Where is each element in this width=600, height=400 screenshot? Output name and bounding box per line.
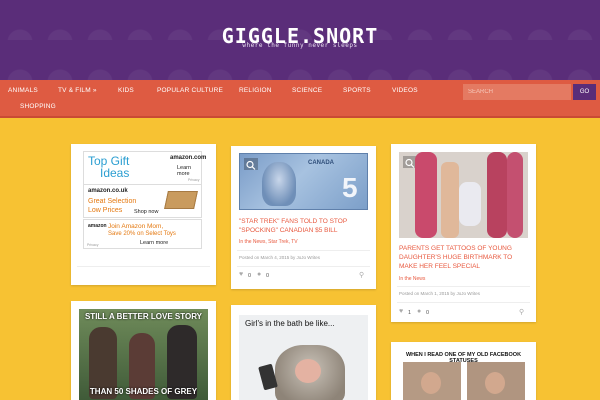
leg-shape (507, 152, 523, 238)
ad-card: Top Gift Ideas amazon.com Learn more Pri… (71, 144, 216, 285)
post-card-facebook: WHEN I READ ONE OF MY OLD FACEBOOK STATU… (391, 342, 536, 400)
meme-bottom-text: THAN 50 SHADES OF GREY (89, 387, 198, 396)
ad-learn-more-link-2[interactable]: Learn more (140, 240, 168, 246)
box-icon (164, 191, 198, 209)
card-divider (237, 250, 370, 251)
ad-mom-line1: Join Amazon Mom, (108, 223, 164, 230)
nav-item-popular-culture[interactable]: POPULAR CULTURE (157, 87, 223, 94)
post-title[interactable]: PARENTS GET TATTOOS OF YOUNG DAUGHTER'S … (399, 244, 527, 271)
ad-amazon-mom[interactable]: amazon Join Amazon Mom, Save 20% on Sele… (83, 219, 202, 249)
comments-count: 0 (426, 310, 430, 316)
ad-low-prices-text: Low Prices (88, 207, 123, 214)
nav-item-kids[interactable]: KIDS (118, 87, 134, 94)
meme-caption: Girl's in the bath be like... (245, 319, 335, 328)
nav-item-sports[interactable]: SPORTS (343, 87, 371, 94)
monkey-face (295, 359, 321, 383)
nav-item-animals[interactable]: ANIMALS (8, 87, 38, 94)
post-image-monkey[interactable]: Girl's in the bath be like... (239, 315, 368, 400)
post-meta: Posted on March 4, 2015 by JoJo Writes (239, 255, 320, 260)
amazon-logo: amazon.com (170, 155, 207, 161)
post-card-spock: CANADA 5 "STAR TREK" FANS TOLD TO STOP "… (231, 146, 376, 289)
ad-mom-line2: Save 20% on Select Toys (108, 231, 176, 237)
nav-item-tv-film[interactable]: TV & FILM » (58, 87, 97, 94)
link-icon[interactable]: ⚲ (519, 308, 524, 316)
nav-item-shopping[interactable]: SHOPPING (20, 103, 56, 110)
post-image-tattoo-legs[interactable] (399, 152, 528, 238)
post-categories[interactable]: In the News, Star Trek, TV (239, 239, 298, 245)
card-divider (77, 266, 210, 267)
post-title[interactable]: "STAR TREK" FANS TOLD TO STOP "SPOCKING"… (239, 217, 359, 235)
leg-shape (487, 152, 507, 238)
nav-item-videos[interactable]: VIDEOS (392, 87, 418, 94)
post-card-tattoos: PARENTS GET TATTOOS OF YOUNG DAUGHTER'S … (391, 144, 536, 322)
ad-privacy-link[interactable]: Privacy (188, 178, 199, 182)
leg-shape (441, 162, 459, 238)
amazon-uk-logo: amazon.co.uk (88, 188, 128, 194)
likes-count: 0 (248, 273, 252, 279)
card-divider (397, 286, 530, 287)
ad-great-selection[interactable]: amazon.co.uk Great Selection Low Prices … (83, 184, 202, 218)
post-categories[interactable]: In the News (399, 276, 425, 282)
post-image-banknote[interactable]: CANADA 5 (239, 153, 368, 210)
face-shape (485, 372, 505, 394)
leg-shape (415, 152, 437, 238)
heart-icon[interactable]: ♥ (399, 308, 403, 315)
likes-count: 1 (408, 310, 412, 316)
ad-learn-more-link[interactable]: Learn more (177, 165, 201, 177)
meme-top-text: STILL A BETTER LOVE STORY (84, 312, 203, 321)
ad-top-gift-line2: Ideas (100, 166, 130, 180)
search-input[interactable] (463, 84, 571, 100)
link-icon[interactable]: ⚲ (359, 271, 364, 279)
card-divider (237, 266, 370, 267)
amazon-mom-logo: amazon (88, 223, 107, 229)
comment-icon[interactable]: ● (417, 308, 421, 315)
comments-count: 0 (266, 273, 270, 279)
search-go-button[interactable]: GO (573, 84, 596, 100)
banknote-country: CANADA (308, 160, 334, 166)
ad-shop-now-link[interactable]: Shop now (134, 209, 158, 215)
post-image-facebook-meme[interactable]: WHEN I READ ONE OF MY OLD FACEBOOK STATU… (399, 350, 528, 400)
post-meta: Posted on March 1, 2015 by JoJo Writes (399, 291, 480, 296)
nav-item-religion[interactable]: RELIGION (239, 87, 272, 94)
post-image-love-story-meme[interactable]: STILL A BETTER LOVE STORY THAN 50 SHADES… (79, 309, 208, 400)
face-shape (421, 372, 441, 394)
card-divider (397, 302, 530, 303)
site-header: GIGGLE.SNORT where the funny never sleep… (0, 0, 600, 80)
comment-icon[interactable]: ● (257, 271, 261, 278)
banknote-portrait (262, 162, 296, 206)
child-shape (459, 182, 481, 226)
ad-privacy-link-2[interactable]: Privacy (87, 243, 98, 247)
nav-item-science[interactable]: SCIENCE (292, 87, 322, 94)
heart-icon[interactable]: ♥ (239, 271, 243, 278)
ad-great-selection-text: Great Selection (88, 198, 137, 205)
post-card-monkey: Girl's in the bath be like... (231, 305, 376, 400)
post-card-love-story: STILL A BETTER LOVE STORY THAN 50 SHADES… (71, 301, 216, 400)
ad-top-gift[interactable]: Top Gift Ideas amazon.com Learn more Pri… (83, 151, 206, 186)
site-tagline: where the funny never sleeps (242, 42, 358, 49)
search-zoom-icon[interactable] (244, 158, 258, 170)
banknote-value: 5 (342, 172, 358, 203)
